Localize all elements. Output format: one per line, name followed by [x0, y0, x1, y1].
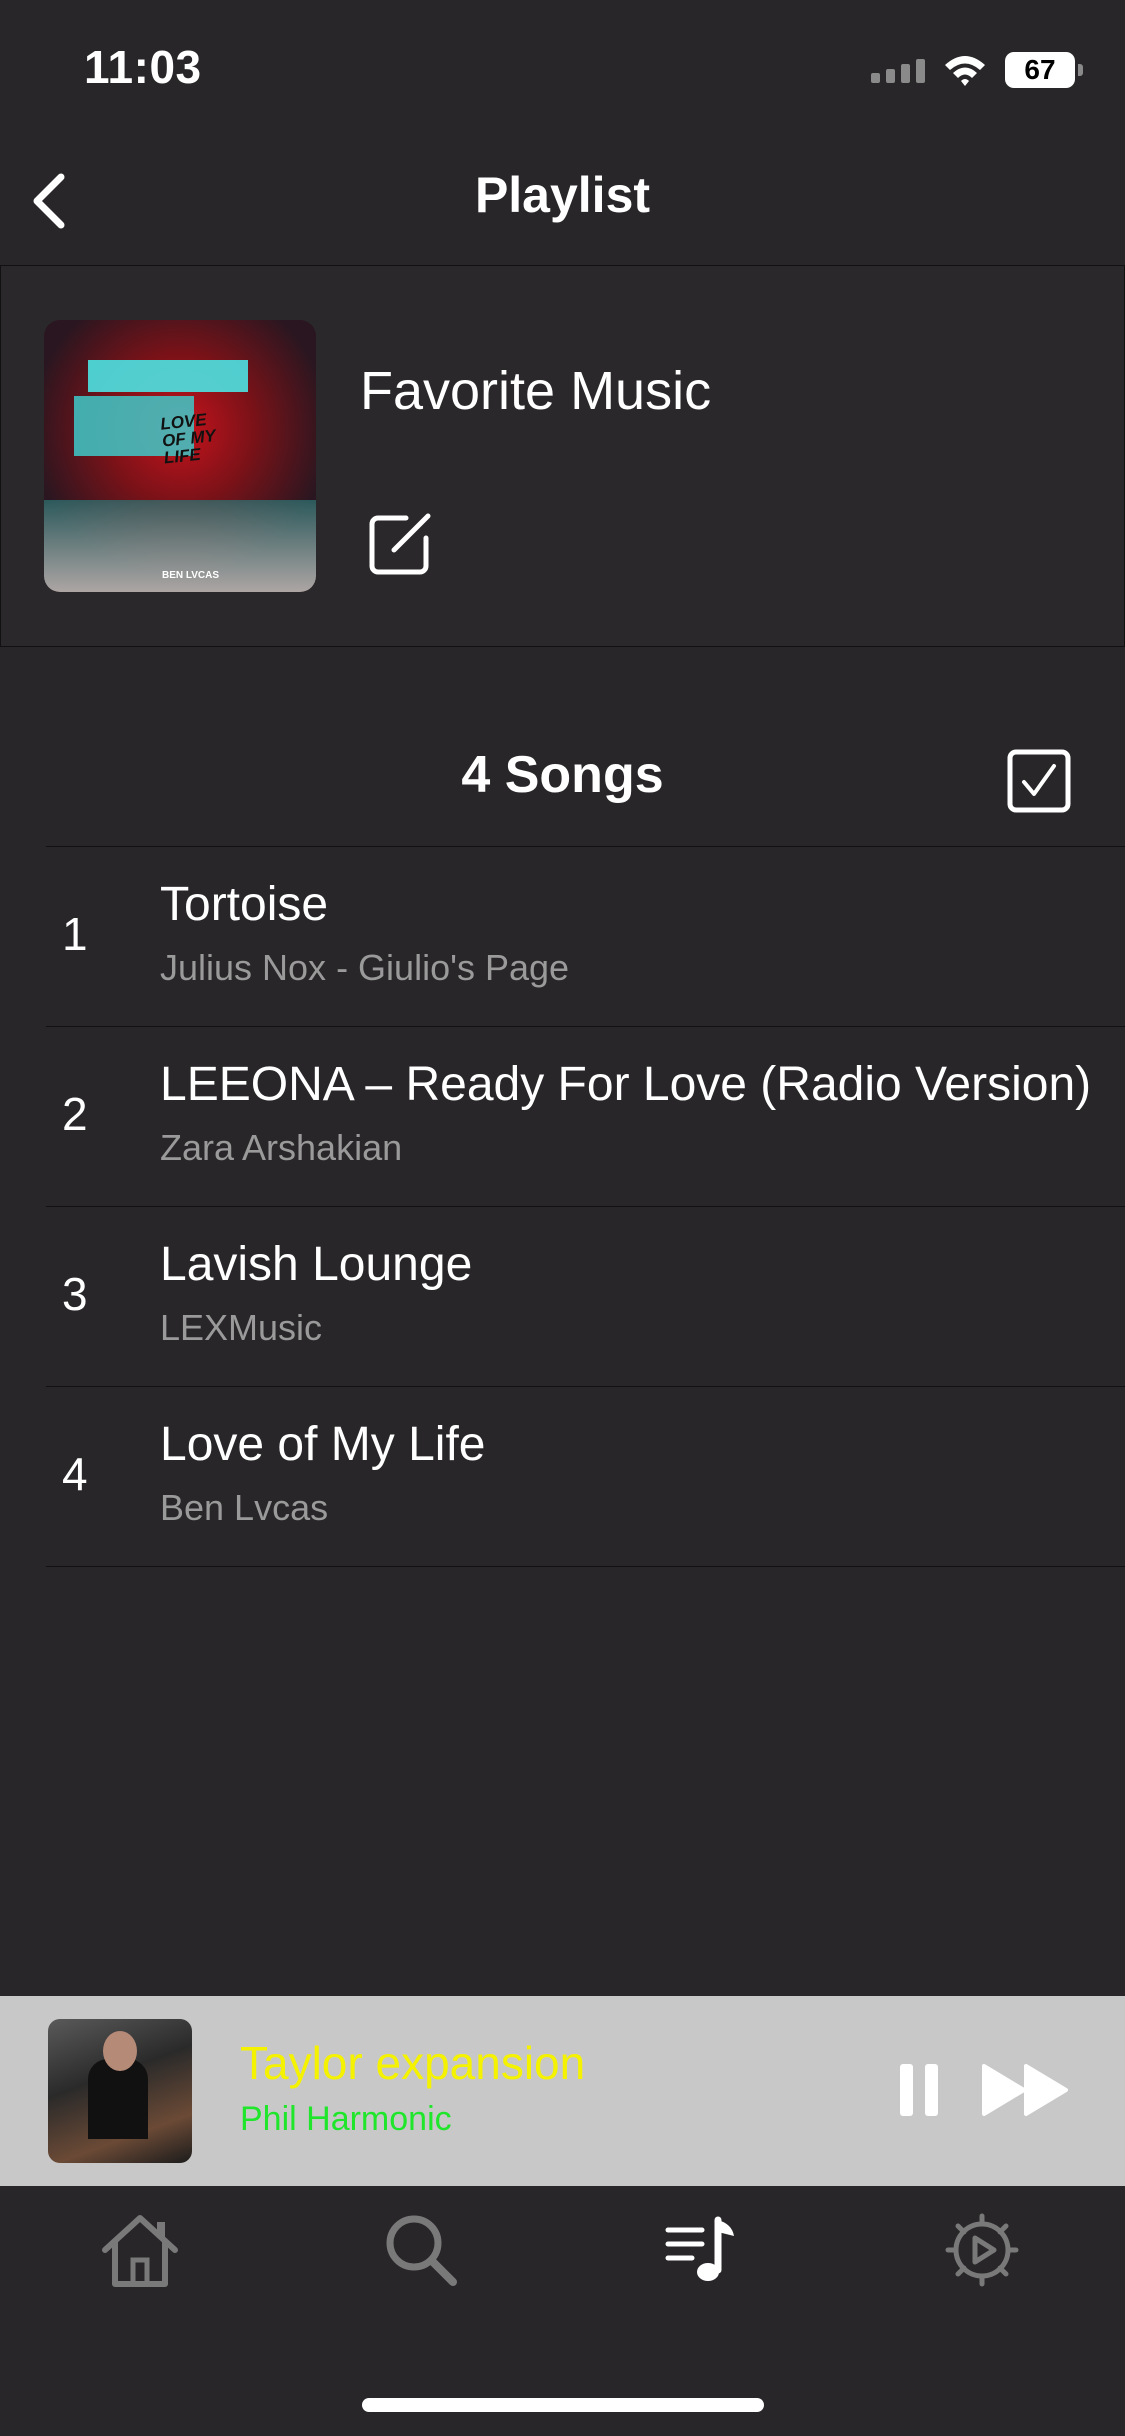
song-list: 1 Tortoise Julius Nox - Giulio's Page 2 …: [46, 846, 1125, 1567]
tab-playlists[interactable]: [652, 2200, 752, 2300]
battery-icon: 67: [1005, 52, 1083, 88]
song-title: Love of My Life: [160, 1418, 486, 1471]
now-playing-artwork: [48, 2019, 192, 2163]
tab-search[interactable]: [371, 2200, 471, 2300]
playlist-name: Favorite Music: [360, 361, 712, 421]
tab-settings[interactable]: [932, 2200, 1032, 2300]
next-track-button[interactable]: [980, 2060, 1072, 2120]
song-artist: Ben Lvcas: [160, 1487, 329, 1528]
song-title: LEEONA – Ready For Love (Radio Version): [160, 1058, 1092, 1111]
song-row[interactable]: 4 Love of My Life Ben Lvcas: [46, 1386, 1125, 1567]
now-playing-artist: Phil Harmonic: [240, 2100, 452, 2138]
songs-count: 4 Songs: [461, 746, 664, 804]
home-icon: [102, 2215, 178, 2287]
page-title: Playlist: [474, 167, 651, 223]
edit-playlist-button[interactable]: [366, 508, 436, 578]
fast-forward-icon: [982, 2064, 1068, 2116]
song-number: 1: [62, 908, 88, 960]
tab-home[interactable]: [90, 2200, 190, 2300]
song-row[interactable]: 1 Tortoise Julius Nox - Giulio's Page: [46, 846, 1125, 1026]
song-number: 3: [62, 1268, 88, 1320]
settings-icon: [945, 2213, 1019, 2287]
cover-artist-text: BEN LVCAS: [162, 570, 220, 581]
song-row[interactable]: 3 Lavish Lounge LEXMusic: [46, 1206, 1125, 1386]
select-songs-button[interactable]: [1006, 748, 1072, 814]
cover-title-text: LOVE OF MY LIFE: [159, 409, 217, 468]
checkbox-icon: [1007, 749, 1071, 813]
song-title: Tortoise: [160, 878, 329, 931]
cellular-signal-icon: [871, 57, 925, 83]
song-title: Lavish Lounge: [160, 1238, 473, 1291]
pause-button[interactable]: [896, 2060, 942, 2120]
status-icons: 67: [871, 48, 1083, 92]
status-time: 11:03: [84, 41, 202, 93]
song-artist: Zara Arshakian: [160, 1127, 403, 1168]
song-number: 4: [62, 1448, 88, 1500]
playlist-icon: [665, 2216, 734, 2281]
playlist-cover-art: LOVE OF MY LIFE BEN LVCAS: [44, 320, 316, 592]
pause-icon: [900, 2064, 938, 2116]
song-number: 2: [62, 1088, 88, 1140]
home-indicator: [362, 2398, 764, 2412]
song-artist: Julius Nox - Giulio's Page: [160, 947, 570, 988]
edit-icon: [369, 513, 431, 575]
search-icon: [386, 2215, 457, 2286]
now-playing-title: Taylor expansion: [240, 2037, 586, 2089]
song-artist: LEXMusic: [160, 1307, 323, 1348]
song-row[interactable]: 2 LEEONA – Ready For Love (Radio Version…: [46, 1026, 1125, 1206]
wifi-icon: [945, 56, 985, 86]
